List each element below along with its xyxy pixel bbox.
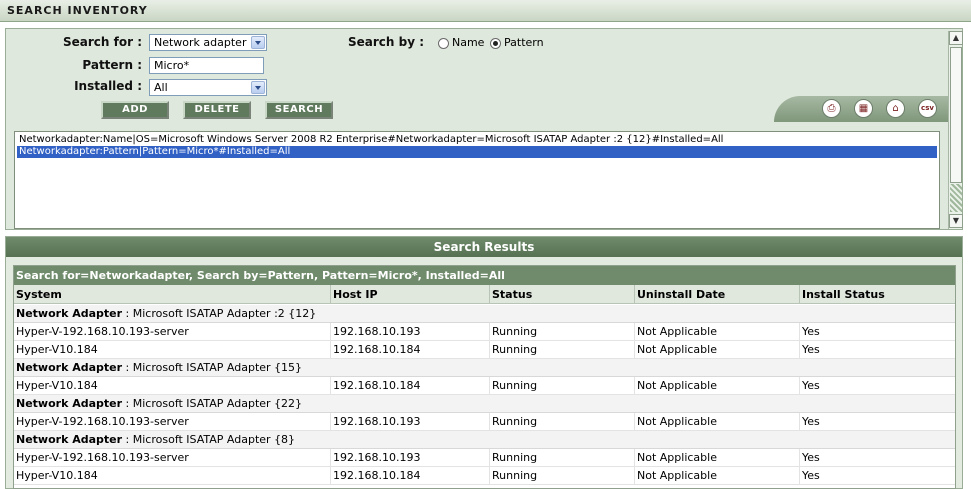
cell-uninstall-date: Not Applicable bbox=[635, 341, 800, 359]
scroll-up-button[interactable]: ▲ bbox=[949, 31, 963, 45]
scroll-thumb[interactable] bbox=[950, 47, 962, 183]
results-header: Search Results bbox=[6, 237, 962, 257]
group-value: : Microsoft ISATAP Adapter {22} bbox=[125, 397, 303, 410]
group-value: : Microsoft ISATAP Adapter {15} bbox=[125, 361, 303, 374]
col-system[interactable]: System bbox=[14, 285, 331, 304]
pattern-label: Pattern : bbox=[82, 58, 142, 72]
group-row: Network Adapter : Microsoft ISATAP Adapt… bbox=[14, 305, 955, 323]
radio-name-label: Name bbox=[452, 36, 485, 49]
results-panel: Search Results Search for=Networkadapter… bbox=[5, 236, 963, 489]
cell-system: Hyper-V-192.168.10.193-server bbox=[14, 413, 331, 431]
scroll-down-button[interactable]: ▼ bbox=[949, 214, 963, 228]
search-panel: Search for : Network adapter Pattern : M… bbox=[5, 28, 963, 230]
cell-status: Running bbox=[490, 467, 635, 485]
chevron-down-icon[interactable] bbox=[251, 36, 265, 49]
group-value: : Microsoft ISATAP Adapter {8} bbox=[125, 433, 296, 446]
radio-pattern-label: Pattern bbox=[504, 36, 544, 49]
cell-system: Hyper-V-192.168.10.193-server bbox=[14, 449, 331, 467]
installed-label: Installed : bbox=[74, 79, 142, 93]
table-row[interactable]: Hyper-V-192.168.10.193-server 192.168.10.… bbox=[14, 413, 955, 431]
cell-host-ip: 192.168.10.193 bbox=[331, 413, 490, 431]
cell-install-status: Yes bbox=[802, 379, 820, 392]
group-row: Network Adapter : Microsoft ISATAP Adapt… bbox=[14, 395, 955, 413]
add-button[interactable]: ADD bbox=[101, 101, 169, 119]
vertical-scrollbar[interactable]: ▲ ▼ bbox=[948, 31, 963, 229]
cell-status: Running bbox=[490, 323, 635, 341]
cell-status: Running bbox=[490, 377, 635, 395]
cell-system: Hyper-V10.184 bbox=[14, 341, 331, 359]
table-row[interactable]: Hyper-V-192.168.10.193-server 192.168.10.… bbox=[14, 449, 955, 467]
search-button[interactable]: SEARCH bbox=[265, 101, 333, 119]
table-row[interactable]: Hyper-V10.184 192.168.10.184 Running Not Ap… bbox=[14, 341, 955, 359]
table-header: System Host IP Status Uninstall Date Ins… bbox=[14, 285, 955, 304]
table-row[interactable]: Hyper-V10.184 192.168.10.184 Running Not Ap… bbox=[14, 377, 955, 395]
group-label: Network Adapter bbox=[16, 397, 123, 410]
group-label: Network Adapter bbox=[16, 433, 123, 446]
cell-system: Hyper-V10.184 bbox=[14, 467, 331, 485]
table-row[interactable]: Hyper-V-192.168.10.193-server 192.168.10.… bbox=[14, 323, 955, 341]
group-label: Network Adapter bbox=[16, 307, 123, 320]
cell-host-ip: 192.168.10.193 bbox=[331, 449, 490, 467]
home-icon[interactable]: ⌂ bbox=[886, 99, 905, 118]
cell-uninstall-date: Not Applicable bbox=[635, 377, 800, 395]
cell-install-status: Yes bbox=[802, 343, 820, 356]
group-label: Network Adapter bbox=[16, 361, 123, 374]
query-item[interactable]: Networkadapter:Name|OS=Microsoft Windows… bbox=[17, 134, 723, 146]
results-table: Search for=Networkadapter, Search by=Pat… bbox=[13, 265, 956, 489]
printer-icon[interactable]: ⎙ bbox=[822, 99, 841, 118]
cell-uninstall-date: Not Applicable bbox=[635, 467, 800, 485]
cell-host-ip: 192.168.10.184 bbox=[331, 341, 490, 359]
cell-uninstall-date: Not Applicable bbox=[635, 323, 800, 341]
cell-system: Hyper-V-192.168.10.193-server bbox=[14, 323, 331, 341]
cell-host-ip: 192.168.10.193 bbox=[331, 323, 490, 341]
search-by-label: Search by : bbox=[347, 35, 424, 49]
group-row: Network Adapter : Microsoft ISATAP Adapt… bbox=[14, 431, 955, 449]
table-row[interactable]: Hyper-V10.184 192.168.10.184 Running Not Ap… bbox=[14, 467, 955, 485]
title-bar: SEARCH INVENTORY bbox=[0, 0, 971, 22]
cell-status: Running bbox=[490, 413, 635, 431]
col-install-status[interactable]: Install Status bbox=[800, 285, 955, 304]
results-summary: Search for=Networkadapter, Search by=Pat… bbox=[14, 266, 955, 285]
cell-system: Hyper-V10.184 bbox=[14, 377, 331, 395]
pattern-input[interactable]: Micro* bbox=[149, 57, 264, 74]
saved-queries-list[interactable]: Networkadapter:Name|OS=Microsoft Windows… bbox=[14, 131, 940, 229]
installed-value: All bbox=[154, 81, 168, 94]
csv-icon[interactable]: csv bbox=[918, 99, 937, 118]
search-for-value: Network adapter bbox=[154, 36, 247, 49]
cell-uninstall-date: Not Applicable bbox=[635, 449, 800, 467]
cell-status: Running bbox=[490, 449, 635, 467]
cell-uninstall-date: Not Applicable bbox=[635, 413, 800, 431]
query-item-selected[interactable]: Networkadapter:Pattern|Pattern=Micro*#In… bbox=[17, 146, 937, 158]
col-host-ip[interactable]: Host IP bbox=[331, 285, 490, 304]
toolbar-tab: ⎙ ▦ ⌂ csv bbox=[774, 96, 954, 122]
search-for-select[interactable]: Network adapter bbox=[149, 34, 267, 51]
cell-status: Running bbox=[490, 341, 635, 359]
radio-pattern[interactable] bbox=[490, 38, 501, 49]
cell-host-ip: 192.168.10.184 bbox=[331, 377, 490, 395]
cell-install-status: Yes bbox=[802, 325, 820, 338]
cell-host-ip: 192.168.10.184 bbox=[331, 467, 490, 485]
resize-grip[interactable] bbox=[950, 184, 962, 212]
cell-install-status: Yes bbox=[802, 469, 820, 482]
search-for-label: Search for : bbox=[63, 35, 142, 49]
group-row: Network Adapter : Microsoft ISATAP Adapt… bbox=[14, 359, 955, 377]
delete-button[interactable]: DELETE bbox=[183, 101, 251, 119]
group-value: : Microsoft ISATAP Adapter :2 {12} bbox=[125, 307, 317, 320]
pdf-icon[interactable]: ▦ bbox=[854, 99, 873, 118]
cell-install-status: Yes bbox=[802, 415, 820, 428]
col-status[interactable]: Status bbox=[490, 285, 635, 304]
window-title: SEARCH INVENTORY bbox=[7, 4, 148, 17]
col-uninstall-date[interactable]: Uninstall Date bbox=[635, 285, 800, 304]
radio-name[interactable] bbox=[438, 38, 449, 49]
cell-install-status: Yes bbox=[802, 451, 820, 464]
chevron-down-icon[interactable] bbox=[251, 81, 265, 94]
installed-select[interactable]: All bbox=[149, 79, 267, 96]
